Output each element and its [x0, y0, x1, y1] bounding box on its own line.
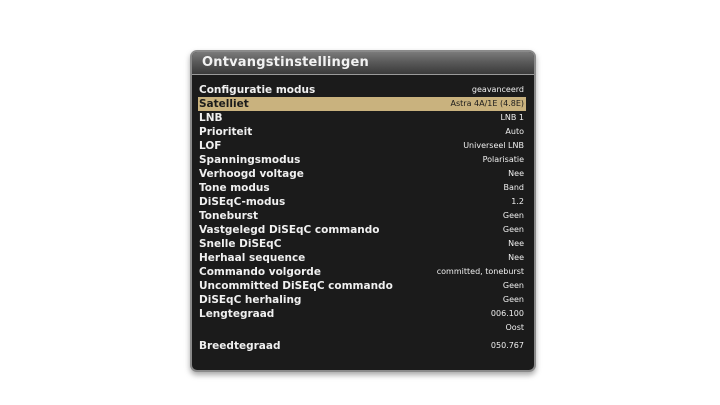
setting-label: DiSEqC herhaling [199, 294, 302, 306]
setting-toneburst[interactable]: Toneburst Geen [198, 209, 526, 223]
setting-value: Band [503, 183, 524, 192]
setting-value: committed, toneburst [436, 267, 524, 276]
setting-label: Snelle DiSEqC [199, 238, 282, 250]
setting-label: LNB [199, 112, 223, 124]
setting-value: geavanceerd [471, 85, 524, 94]
setting-value: Universeel LNB [463, 141, 524, 150]
setting-uncommitted-diseqc-commando[interactable]: Uncommitted DiSEqC commando Geen [198, 279, 526, 293]
settings-window: Ontvangstinstellingen Configuratie modus… [190, 50, 536, 372]
setting-tone-modus[interactable]: Tone modus Band [198, 181, 526, 195]
setting-value: Nee [508, 253, 524, 262]
setting-value: Geen [502, 211, 524, 220]
setting-value: Geen [502, 225, 524, 234]
setting-diseqc-herhaling[interactable]: DiSEqC herhaling Geen [198, 293, 526, 307]
setting-label: Commando volgorde [199, 266, 321, 278]
setting-value: Geen [502, 281, 524, 290]
setting-value: LNB 1 [500, 113, 524, 122]
setting-verhoogd-voltage[interactable]: Verhoogd voltage Nee [198, 167, 526, 181]
setting-label: Toneburst [199, 210, 259, 222]
setting-value: Astra 4A/1E (4.8E) [450, 99, 524, 108]
setting-label: Verhoogd voltage [199, 168, 304, 180]
setting-vastgelegd-diseqc-commando[interactable]: Vastgelegd DiSEqC commando Geen [198, 223, 526, 237]
setting-commando-volgorde[interactable]: Commando volgorde committed, toneburst [198, 265, 526, 279]
setting-value: Geen [502, 295, 524, 304]
setting-value: 006.100 [490, 309, 524, 318]
setting-label: Lengtegraad [199, 308, 275, 320]
setting-value: Polarisatie [482, 155, 524, 164]
window-title: Ontvangstinstellingen [192, 52, 534, 75]
setting-label: Uncommitted DiSEqC commando [199, 280, 393, 292]
setting-label: DiSEqC-modus [199, 196, 286, 208]
setting-label: Tone modus [199, 182, 270, 194]
setting-label: Herhaal sequence [199, 252, 306, 264]
setting-diseqc-modus[interactable]: DiSEqC-modus 1.2 [198, 195, 526, 209]
setting-label: Vastgelegd DiSEqC commando [199, 224, 380, 236]
setting-lengtegraad-richting[interactable]: Oost [198, 321, 526, 335]
setting-satelliet[interactable]: Satelliet Astra 4A/1E (4.8E) [198, 97, 526, 111]
setting-lnb[interactable]: LNB LNB 1 [198, 111, 526, 125]
setting-value: Nee [508, 169, 524, 178]
setting-label: Prioriteit [199, 126, 253, 138]
setting-label: LOF [199, 140, 222, 152]
setting-lof[interactable]: LOF Universeel LNB [198, 139, 526, 153]
setting-snelle-diseqc[interactable]: Snelle DiSEqC Nee [198, 237, 526, 251]
setting-label: Satelliet [199, 98, 249, 110]
settings-list: Configuratie modus geavanceerd Satelliet… [192, 75, 534, 353]
setting-spanningsmodus[interactable]: Spanningsmodus Polarisatie [198, 153, 526, 167]
setting-configuratie-modus[interactable]: Configuratie modus geavanceerd [198, 83, 526, 97]
setting-value: Oost [505, 323, 525, 332]
setting-value: 050.767 [490, 341, 524, 350]
setting-value: Nee [508, 239, 524, 248]
setting-value: Auto [505, 127, 524, 136]
setting-label: Configuratie modus [199, 84, 316, 96]
setting-breedtegraad[interactable]: Breedtegraad 050.767 [198, 335, 526, 353]
setting-label: Spanningsmodus [199, 154, 301, 166]
setting-label: Breedtegraad [199, 340, 281, 352]
setting-value: 1.2 [511, 197, 524, 206]
setting-prioriteit[interactable]: Prioriteit Auto [198, 125, 526, 139]
setting-lengtegraad[interactable]: Lengtegraad 006.100 [198, 307, 526, 321]
setting-herhaal-sequence[interactable]: Herhaal sequence Nee [198, 251, 526, 265]
